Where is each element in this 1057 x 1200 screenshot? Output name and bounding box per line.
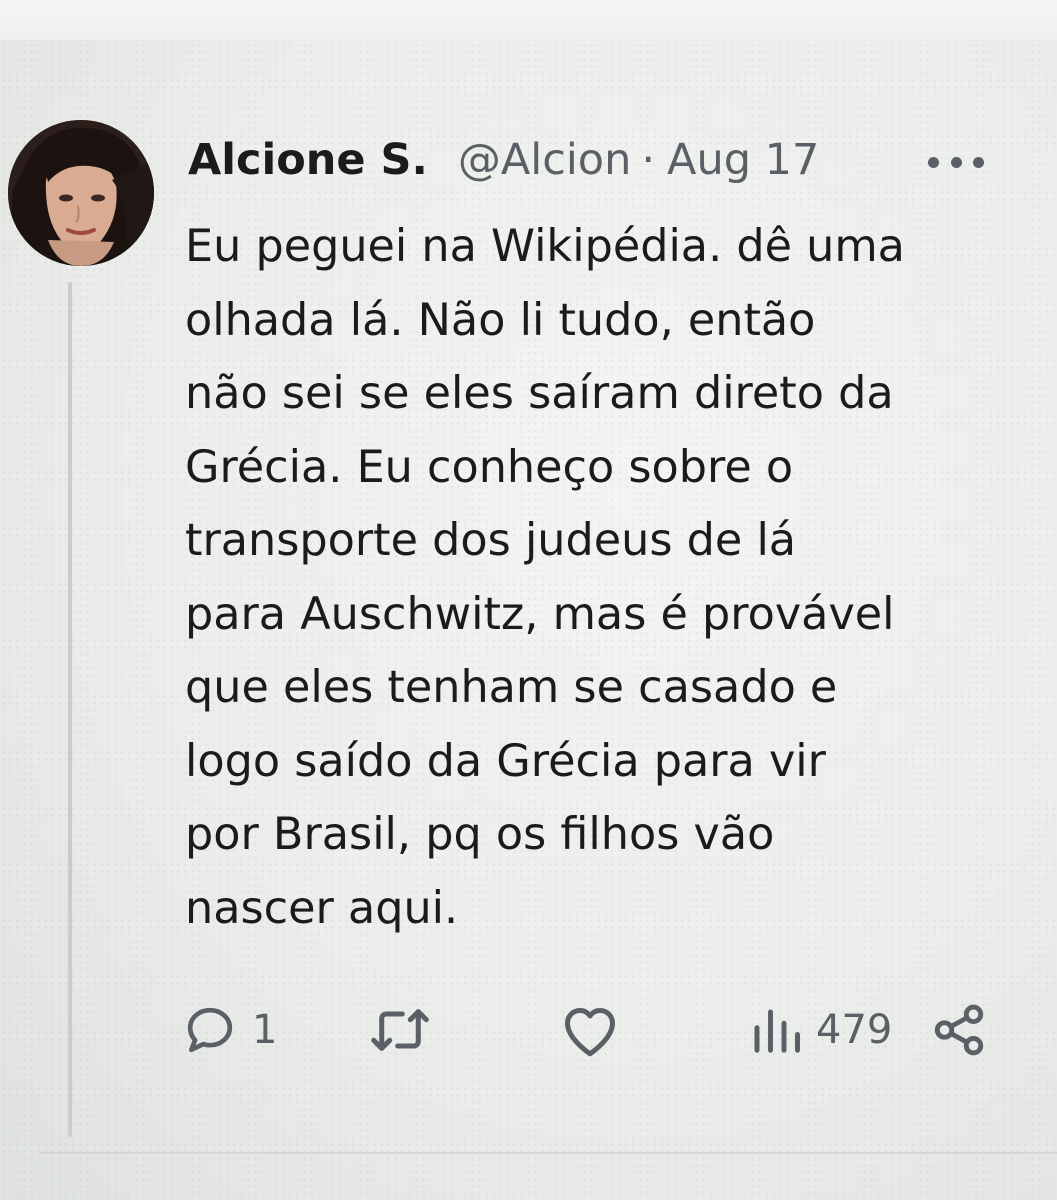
tweet[interactable]: Alcione S. @Alcion · Aug 17 Eu peguei na… [0, 0, 1057, 1200]
views-button[interactable]: 479 [748, 995, 892, 1065]
author-name[interactable]: Alcione S. [188, 135, 428, 185]
divider [40, 1152, 1057, 1154]
tweet-text: Eu peguei na Wikipédia. dê uma olhada lá… [185, 221, 905, 934]
repost-arrows-icon [368, 1002, 432, 1058]
more-dot [950, 156, 962, 168]
post-date[interactable]: Aug 17 [667, 135, 819, 185]
tweet-header: Alcione S. @Alcion · Aug 17 [188, 130, 819, 190]
action-bar: 1 479 [0, 995, 1057, 1065]
share-button[interactable] [930, 995, 988, 1065]
like-button[interactable] [560, 995, 620, 1065]
reply-bubble-icon [182, 1002, 238, 1058]
bar-chart-icon [748, 1005, 802, 1055]
separator-dot: · [641, 135, 656, 185]
repost-button[interactable] [368, 995, 432, 1065]
more-dot [973, 156, 984, 168]
reply-button[interactable]: 1 [182, 995, 277, 1065]
author-handle[interactable]: @Alcion [458, 135, 632, 185]
heart-icon [560, 1002, 620, 1058]
share-icon [930, 1001, 988, 1059]
avatar[interactable] [8, 120, 154, 266]
reply-count: 1 [252, 1007, 278, 1053]
views-count: 479 [816, 1007, 893, 1053]
more-dot [928, 156, 939, 168]
more-horizontal-icon[interactable] [928, 152, 984, 172]
